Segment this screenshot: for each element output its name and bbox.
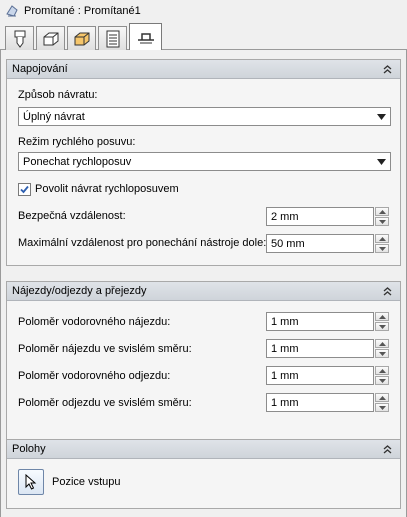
tab-linking[interactable] bbox=[129, 23, 162, 51]
list-icon bbox=[106, 30, 119, 47]
cursor-arrow-icon bbox=[25, 474, 37, 490]
horizontal-lead-out-input[interactable]: 1 mm bbox=[266, 366, 374, 385]
collapse-icon[interactable] bbox=[381, 285, 394, 298]
decrement-button[interactable] bbox=[375, 244, 389, 253]
allow-rapid-return-checkbox[interactable] bbox=[18, 183, 31, 196]
allow-rapid-return-label: Povolit návrat rychloposuvem bbox=[35, 183, 179, 195]
linking-icon bbox=[137, 32, 154, 43]
panel-positions: Polohy Pozice vstupu bbox=[6, 439, 401, 509]
decrement-button[interactable] bbox=[375, 322, 389, 331]
panel-leads-title: Nájezdy/odjezdy a přejezdy bbox=[12, 285, 147, 297]
horizontal-lead-out-spinner[interactable]: 1 mm bbox=[266, 366, 389, 385]
collapse-icon[interactable] bbox=[381, 443, 394, 456]
increment-button[interactable] bbox=[375, 366, 389, 375]
collapse-icon[interactable] bbox=[381, 63, 394, 76]
max-stay-down-input[interactable]: 50 mm bbox=[266, 234, 374, 253]
rapid-mode-label: Režim rychlého posuvu: bbox=[18, 136, 136, 148]
layers-icon bbox=[74, 32, 89, 45]
panel-linking-header[interactable]: Napojování bbox=[7, 60, 400, 79]
increment-button[interactable] bbox=[375, 207, 389, 216]
panel-positions-header[interactable]: Polohy bbox=[7, 440, 400, 459]
panel-positions-title: Polohy bbox=[12, 443, 46, 455]
vertical-lead-out-label: Poloměr odjezdu ve svislém směru: bbox=[18, 397, 192, 409]
chevron-down-icon bbox=[377, 159, 386, 165]
decrement-button[interactable] bbox=[375, 376, 389, 385]
checkmark-icon bbox=[20, 185, 29, 194]
increment-button[interactable] bbox=[375, 312, 389, 321]
horizontal-lead-in-spinner[interactable]: 1 mm bbox=[266, 312, 389, 331]
return-mode-select[interactable]: Úplný návrat bbox=[18, 107, 391, 126]
chevron-down-icon bbox=[377, 114, 386, 120]
entry-position-label: Pozice vstupu bbox=[52, 476, 121, 488]
safe-distance-spinner[interactable]: 2 mm bbox=[266, 207, 389, 226]
panel-leads-header[interactable]: Nájezdy/odjezdy a přejezdy bbox=[7, 282, 400, 301]
vertical-lead-in-input[interactable]: 1 mm bbox=[266, 339, 374, 358]
decrement-button[interactable] bbox=[375, 403, 389, 412]
safe-distance-label: Bezpečná vzdálenost: bbox=[18, 210, 126, 222]
tab-list[interactable] bbox=[98, 26, 127, 50]
increment-button[interactable] bbox=[375, 339, 389, 348]
max-stay-down-label: Maximální vzdálenost pro ponechání nástr… bbox=[18, 237, 267, 249]
horizontal-lead-in-input[interactable]: 1 mm bbox=[266, 312, 374, 331]
rapid-mode-select[interactable]: Ponechat rychloposuv bbox=[18, 152, 391, 171]
decrement-button[interactable] bbox=[375, 349, 389, 358]
vertical-lead-in-label: Poloměr nájezdu ve svislém směru: bbox=[18, 343, 192, 355]
window-title: Promítané : Promítané1 bbox=[24, 5, 141, 17]
vertical-lead-in-spinner[interactable]: 1 mm bbox=[266, 339, 389, 358]
increment-button[interactable] bbox=[375, 393, 389, 402]
vertical-lead-out-input[interactable]: 1 mm bbox=[266, 393, 374, 412]
decrement-button[interactable] bbox=[375, 217, 389, 226]
title-bar: Promítané : Promítané1 bbox=[0, 0, 407, 22]
horizontal-lead-out-label: Poloměr vodorovného odjezdu: bbox=[18, 370, 171, 382]
content-area: Napojování Způsob návratu: Úplný návrat … bbox=[0, 50, 407, 517]
operation-icon bbox=[4, 3, 20, 19]
entry-position-button[interactable] bbox=[18, 469, 44, 495]
rapid-mode-value: Ponechat rychloposuv bbox=[23, 155, 132, 168]
horizontal-lead-in-label: Poloměr vodorovného nájezdu: bbox=[18, 316, 171, 328]
panel-linking-title: Napojování bbox=[12, 63, 68, 75]
vertical-lead-out-spinner[interactable]: 1 mm bbox=[266, 393, 389, 412]
shape-icon bbox=[43, 32, 58, 45]
return-mode-label: Způsob návratu: bbox=[18, 89, 98, 101]
tab-layers[interactable] bbox=[67, 26, 96, 50]
increment-button[interactable] bbox=[375, 234, 389, 243]
return-mode-value: Úplný návrat bbox=[23, 110, 85, 123]
tool-icon bbox=[14, 30, 25, 48]
max-stay-down-spinner[interactable]: 50 mm bbox=[266, 234, 389, 253]
panel-linking: Napojování Způsob návratu: Úplný návrat … bbox=[6, 59, 401, 266]
safe-distance-input[interactable]: 2 mm bbox=[266, 207, 374, 226]
tab-shape[interactable] bbox=[36, 26, 65, 50]
tab-tool[interactable] bbox=[5, 26, 34, 50]
tab-strip bbox=[0, 22, 407, 51]
